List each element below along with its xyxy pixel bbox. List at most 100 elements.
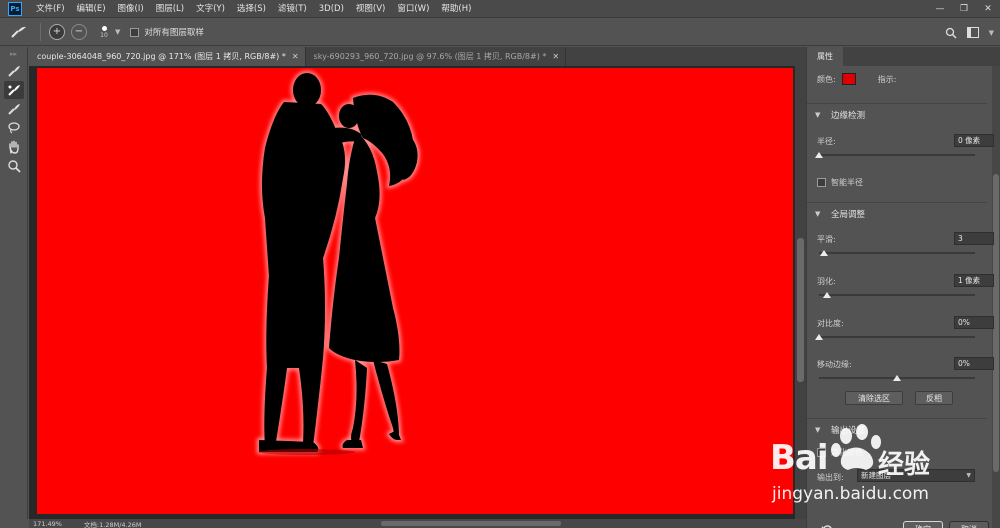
slider-knob[interactable] (815, 152, 823, 158)
smart-radius-row: 智能半径 (817, 177, 997, 188)
close-tab-icon[interactable]: ✕ (552, 52, 559, 61)
workspace-chevron-icon[interactable]: ▼ (989, 29, 994, 37)
restore-icon[interactable]: ❐ (952, 0, 976, 18)
menu-file[interactable]: 文件(F) (30, 0, 71, 18)
subtract-mode-button[interactable]: − (71, 24, 87, 40)
scroll-thumb[interactable] (797, 238, 804, 382)
quick-selection-tool-icon[interactable] (4, 62, 24, 80)
close-icon[interactable]: ✕ (976, 0, 1000, 18)
zoom-level[interactable]: 171.49% (33, 520, 62, 528)
brush-size-picker[interactable]: 10 (97, 25, 111, 39)
section-title: 全局调整 (831, 209, 866, 220)
smooth-slider[interactable] (819, 250, 975, 256)
shift-edge-slider[interactable] (819, 375, 975, 381)
close-tab-icon[interactable]: ✕ (292, 52, 299, 61)
decontaminate-checkbox[interactable] (817, 448, 826, 457)
smooth-label: 平滑: (817, 235, 836, 244)
slider-knob[interactable] (815, 334, 823, 340)
zoom-tool-icon[interactable] (4, 157, 24, 175)
refine-brush-icon[interactable] (6, 22, 32, 42)
menu-layer[interactable]: 图层(L) (150, 0, 190, 18)
menu-filter[interactable]: 滤镜(T) (272, 0, 313, 18)
contrast-label: 对比度: (817, 319, 844, 328)
menu-image[interactable]: 图像(I) (112, 0, 150, 18)
ok-button[interactable]: 确定 (903, 521, 943, 528)
feather-label: 羽化: (817, 277, 836, 286)
tab-properties[interactable]: 属性 (807, 47, 843, 66)
decontaminate-row: 净化颜色 (817, 447, 997, 458)
refine-edge-brush-tool-icon[interactable] (4, 81, 24, 99)
feather-slider[interactable] (819, 292, 975, 298)
contrast-field[interactable]: 0% (954, 316, 994, 329)
menu-3d[interactable]: 3D(D) (313, 0, 350, 18)
document-canvas[interactable] (37, 68, 793, 514)
brush-tip-icon (101, 25, 107, 31)
hand-tool-icon[interactable] (4, 138, 24, 156)
menu-window[interactable]: 窗口(W) (391, 0, 435, 18)
menu-bar: Ps 文件(F) 编辑(E) 图像(I) 图层(L) 文字(Y) 选择(S) 滤… (0, 0, 1000, 18)
slider-knob[interactable] (819, 250, 828, 256)
radius-slider[interactable] (815, 152, 975, 158)
menu-type[interactable]: 文字(Y) (190, 0, 231, 18)
brush-tool-icon[interactable] (4, 100, 24, 118)
contrast-slider[interactable] (815, 334, 975, 340)
output-to-label: 输出到: (817, 473, 844, 482)
add-mode-button[interactable]: + (49, 24, 65, 40)
chevron-down-icon: ▼ (815, 209, 821, 218)
canvas-area[interactable] (29, 66, 795, 519)
menu-edit[interactable]: 编辑(E) (71, 0, 112, 18)
brush-size-value: 10 (100, 31, 108, 39)
status-bar: 171.49% 文档:1.28M/4.26M (29, 519, 806, 528)
tab-couple-document[interactable]: couple-3064048_960_720.jpg @ 171% (图层 1 … (29, 47, 306, 66)
clear-selection-button[interactable]: 清除选区 (845, 391, 903, 405)
chevron-down-icon[interactable]: ▼ (115, 28, 120, 36)
document-size: 文档:1.28M/4.26M (83, 520, 142, 528)
shift-edge-label: 移动边缘: (817, 360, 852, 369)
properties-panel: 属性 颜色: 指示: ▼ 边缘检测 半径: 0 像素 智能半径 ▼ 全局调整 平… (806, 47, 1000, 528)
options-right: ▼ (945, 19, 994, 46)
chevron-down-icon: ▼ (815, 110, 821, 119)
window-controls: — ❐ ✕ (928, 0, 1000, 18)
workspace-icon[interactable] (966, 27, 979, 38)
cancel-button[interactable]: 取消 (949, 521, 989, 528)
search-icon[interactable] (945, 27, 957, 39)
sample-all-layers-checkbox[interactable] (130, 27, 140, 37)
menu-select[interactable]: 选择(S) (231, 0, 272, 18)
edge-detection-header[interactable]: ▼ 边缘检测 (807, 103, 987, 125)
tab-label: sky-690293_960_720.jpg @ 97.6% (图层 1 拷贝,… (313, 52, 547, 61)
menu-view[interactable]: 视图(V) (350, 0, 391, 18)
lasso-tool-icon[interactable] (4, 119, 24, 137)
smart-radius-checkbox[interactable] (817, 178, 826, 187)
chevron-down-icon: ▼ (966, 472, 971, 479)
smooth-field[interactable]: 3 (954, 232, 994, 245)
panel-tabs: 属性 (807, 47, 1000, 66)
invert-button[interactable]: 反相 (915, 391, 953, 405)
toolbar-grip[interactable]: ▸▸ (0, 47, 27, 61)
menu-help[interactable]: 帮助(H) (435, 0, 477, 18)
view-mode-row: 颜色: 指示: (817, 73, 997, 85)
minimize-icon[interactable]: — (928, 0, 952, 18)
horizontal-scroll-thumb[interactable] (381, 521, 561, 526)
slider-knob[interactable] (893, 375, 901, 381)
output-to-select[interactable]: 新建图层 ▼ (857, 469, 975, 482)
shift-edge-field[interactable]: 0% (954, 357, 994, 370)
smart-radius-label: 智能半径 (831, 178, 863, 187)
output-to-value: 新建图层 (861, 471, 891, 480)
couple-silhouette (257, 71, 420, 455)
overlay-color-swatch[interactable] (841, 73, 856, 85)
section-title: 边缘检测 (831, 110, 866, 121)
decontaminate-label: 净化颜色 (831, 448, 863, 457)
slider-knob[interactable] (822, 292, 831, 298)
output-settings-header[interactable]: ▼ 输出设置 (807, 418, 987, 440)
color-label: 颜色: (817, 74, 836, 84)
divider (40, 23, 41, 41)
panel-body: 颜色: 指示: ▼ 边缘检测 半径: 0 像素 智能半径 ▼ 全局调整 平滑: … (807, 66, 1000, 528)
feather-field[interactable]: 1 像素 (954, 274, 994, 287)
reset-icon[interactable] (821, 524, 833, 528)
global-refinements-header[interactable]: ▼ 全局调整 (807, 202, 987, 224)
vertical-scrollbar[interactable] (795, 66, 806, 519)
tab-sky-document[interactable]: sky-690293_960_720.jpg @ 97.6% (图层 1 拷贝,… (306, 47, 567, 66)
options-bar: + − 10 ▼ 对所有图层取样 ▼ (0, 19, 1000, 46)
indicator-label: 指示: (877, 74, 897, 84)
radius-field[interactable]: 0 像素 (954, 134, 994, 147)
